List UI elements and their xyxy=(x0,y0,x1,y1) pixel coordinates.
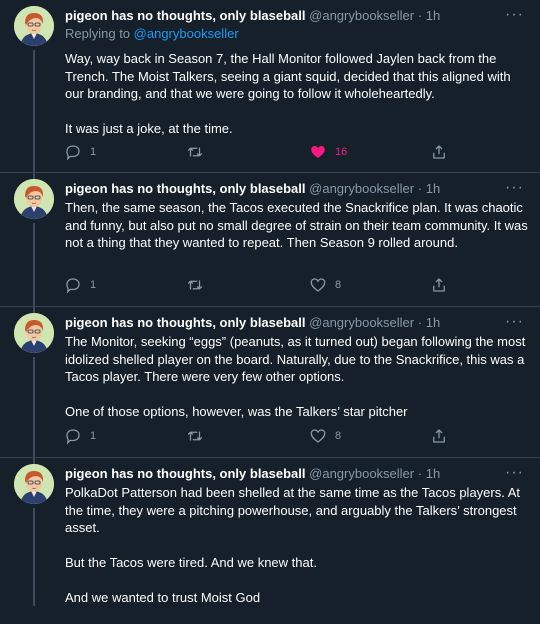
share-icon xyxy=(433,429,445,443)
more-dots-icon[interactable]: ··· xyxy=(505,313,524,331)
heart-icon xyxy=(311,146,325,158)
thread-line xyxy=(33,508,35,606)
reply-button[interactable]: 1 xyxy=(64,276,96,294)
tweet-paragraph: And we wanted to trust Moist God xyxy=(65,590,261,605)
share-button[interactable] xyxy=(430,143,448,161)
separator-dot: · xyxy=(417,181,423,196)
tweet-text: PolkaDot Patterson had been shelled at t… xyxy=(65,484,530,624)
tweet-paragraph: PolkaDot Patterson had been shelled at t… xyxy=(65,485,521,535)
like-count: 8 xyxy=(335,430,342,442)
user-handle[interactable]: @angrybookseller xyxy=(309,181,414,196)
timestamp[interactable]: 1h xyxy=(426,466,440,481)
reply-button[interactable]: 1 xyxy=(64,143,96,161)
share-icon xyxy=(433,145,445,159)
separator-dot: · xyxy=(417,8,423,23)
reply-button[interactable]: 1 xyxy=(64,427,96,445)
tweet-text: Way, way back in Season 7, the Hall Moni… xyxy=(65,50,530,155)
separator-dot: · xyxy=(417,466,423,481)
like-count: 8 xyxy=(335,279,342,291)
retweet-button[interactable] xyxy=(186,276,212,294)
tweet-2[interactable]: pigeon has no thoughts, only blaseball @… xyxy=(0,173,540,306)
tweet-paragraph: Way, way back in Season 7, the Hall Moni… xyxy=(65,51,511,101)
thread-line xyxy=(33,50,35,172)
avatar[interactable] xyxy=(14,313,54,353)
avatar[interactable] xyxy=(14,179,54,219)
reply-bubble-icon xyxy=(66,429,80,445)
tweet-paragraph: The Monitor, seeking “eggs” (peanuts, as… xyxy=(65,334,526,384)
thread-line xyxy=(33,357,35,457)
reply-count: 1 xyxy=(90,279,97,291)
tweet-4[interactable]: pigeon has no thoughts, only blaseball @… xyxy=(0,458,540,606)
display-name[interactable]: pigeon has no thoughts, only blaseball xyxy=(65,315,306,330)
tweet-header: pigeon has no thoughts, only blaseball @… xyxy=(65,8,505,24)
avatar[interactable] xyxy=(14,6,54,46)
separator-dot: · xyxy=(417,315,423,330)
user-handle[interactable]: @angrybookseller xyxy=(309,8,414,23)
tweet-actions: 1 16 xyxy=(60,143,460,163)
tweet-header: pigeon has no thoughts, only blaseball @… xyxy=(65,466,505,482)
tweet-paragraph: Then, the same season, the Tacos execute… xyxy=(65,200,528,250)
replying-to: Replying to @angrybookseller xyxy=(65,26,239,42)
tweet-paragraph: But the Tacos were tired. And we knew th… xyxy=(65,555,317,570)
replying-label: Replying to xyxy=(65,26,131,41)
share-icon xyxy=(433,278,445,292)
user-handle[interactable]: @angrybookseller xyxy=(309,466,414,481)
retweet-icon xyxy=(187,280,203,290)
share-button[interactable] xyxy=(430,276,448,294)
tweet-text: The Monitor, seeking “eggs” (peanuts, as… xyxy=(65,333,530,438)
heart-icon xyxy=(310,429,326,443)
tweet-actions: 1 8 xyxy=(60,276,460,296)
tweet-paragraph: One of those options, however, was the T… xyxy=(65,404,408,419)
replying-to-link[interactable]: @angrybookseller xyxy=(134,26,239,41)
retweet-icon xyxy=(187,147,203,157)
timestamp[interactable]: 1h xyxy=(426,8,440,23)
like-button[interactable]: 8 xyxy=(309,276,341,294)
more-dots-icon[interactable]: ··· xyxy=(505,464,524,482)
timestamp[interactable]: 1h xyxy=(426,315,440,330)
avatar[interactable] xyxy=(14,464,54,504)
display-name[interactable]: pigeon has no thoughts, only blaseball xyxy=(65,466,306,481)
share-button[interactable] xyxy=(430,427,448,445)
reply-count: 1 xyxy=(90,146,97,158)
retweet-button[interactable] xyxy=(186,427,212,445)
more-dots-icon[interactable]: ··· xyxy=(505,6,524,24)
like-count: 16 xyxy=(335,146,348,158)
more-dots-icon[interactable]: ··· xyxy=(505,179,524,197)
user-handle[interactable]: @angrybookseller xyxy=(309,315,414,330)
reply-bubble-icon xyxy=(66,278,80,294)
tweet-header: pigeon has no thoughts, only blaseball @… xyxy=(65,181,505,197)
timestamp[interactable]: 1h xyxy=(426,181,440,196)
reply-count: 1 xyxy=(90,430,97,442)
display-name[interactable]: pigeon has no thoughts, only blaseball xyxy=(65,181,306,196)
tweet-1[interactable]: pigeon has no thoughts, only blaseball @… xyxy=(0,0,540,172)
tweet-header: pigeon has no thoughts, only blaseball @… xyxy=(65,315,505,331)
retweet-button[interactable] xyxy=(186,143,212,161)
reply-bubble-icon xyxy=(66,145,80,161)
retweet-icon xyxy=(187,431,203,441)
heart-icon xyxy=(310,278,326,292)
like-button[interactable]: 16 xyxy=(309,143,347,161)
like-button[interactable]: 8 xyxy=(309,427,341,445)
tweet-3[interactable]: pigeon has no thoughts, only blaseball @… xyxy=(0,307,540,457)
tweet-actions: 1 8 xyxy=(60,427,460,447)
thread-line xyxy=(33,223,35,306)
tweet-paragraph: It was just a joke, at the time. xyxy=(65,121,233,136)
tweet-text: Then, the same season, the Tacos execute… xyxy=(65,199,530,269)
display-name[interactable]: pigeon has no thoughts, only blaseball xyxy=(65,8,306,23)
